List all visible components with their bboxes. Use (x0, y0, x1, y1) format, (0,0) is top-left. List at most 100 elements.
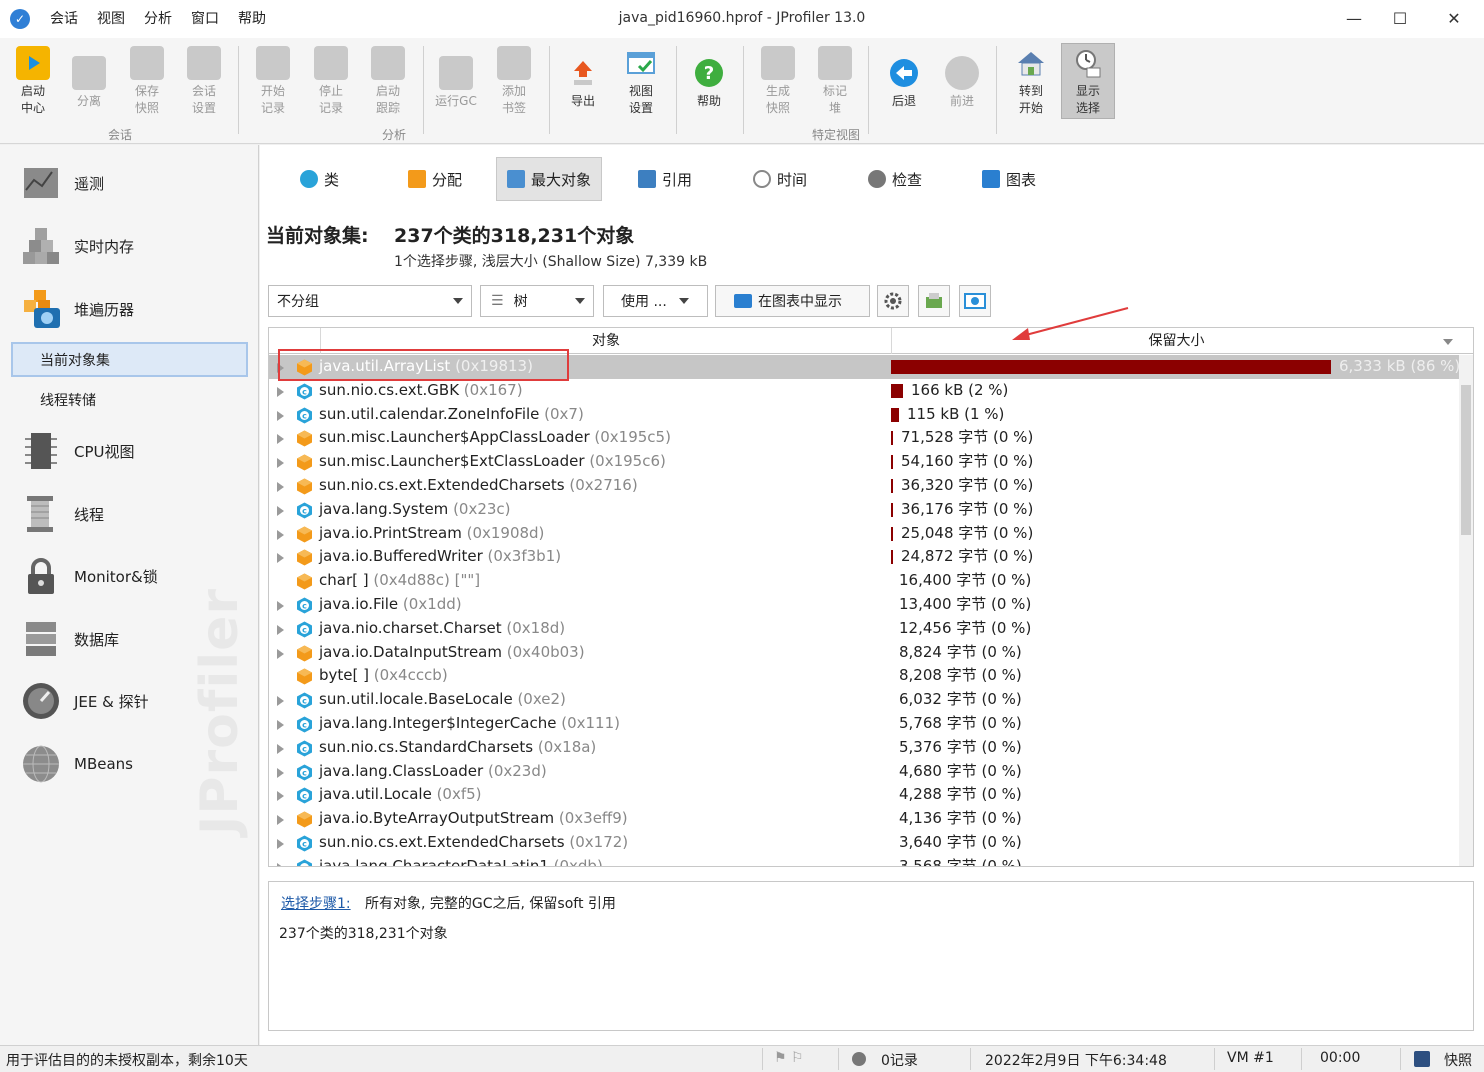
info-button[interactable] (959, 285, 991, 317)
sidebar-item-databases[interactable]: 数据库 (20, 617, 119, 661)
status-separator (970, 1048, 971, 1070)
back-button[interactable]: 后退 (877, 54, 931, 110)
tab-inspections[interactable]: 检查 (858, 157, 932, 201)
tab-graph[interactable]: 图表 (972, 157, 1046, 201)
expand-arrow-icon[interactable] (277, 862, 284, 866)
save-snapshot-button[interactable]: 保存 快照 (120, 44, 174, 117)
expand-arrow-icon[interactable] (277, 767, 284, 778)
settings-button[interactable] (877, 285, 909, 317)
table-row[interactable]: java.io.ByteArrayOutputStream (0x3eff9) 4… (269, 807, 1459, 831)
instance-object-icon (297, 645, 312, 662)
menu-view[interactable]: 视图 (97, 10, 125, 28)
expand-arrow-icon[interactable] (277, 838, 284, 849)
expand-arrow-icon[interactable] (277, 600, 284, 611)
expand-arrow-icon[interactable] (277, 505, 284, 516)
menu-analysis[interactable]: 分析 (144, 10, 172, 28)
expand-arrow-icon[interactable] (277, 815, 284, 826)
use-dropdown-button[interactable]: 使用 ... (603, 285, 708, 317)
mark-heap-button[interactable]: 标记堆 (808, 44, 862, 117)
menu-help[interactable]: 帮助 (238, 10, 266, 28)
sidebar-item-live-memory[interactable]: 实时内存 (20, 224, 134, 268)
minimize-button[interactable]: — (1328, 0, 1380, 38)
start-tracking-button[interactable]: 启动 跟踪 (361, 44, 415, 117)
maximize-button[interactable]: ☐ (1374, 0, 1426, 38)
table-row[interactable]: sun.misc.Launcher$ExtClassLoader (0x195c… (269, 450, 1459, 474)
sidebar-item-cpu-views[interactable]: CPU视图 (20, 429, 135, 473)
table-row[interactable]: c sun.util.calendar.ZoneInfoFile (0x7) 115… (269, 403, 1459, 427)
start-recording-button[interactable]: 开始 记录 (246, 44, 300, 117)
table-row[interactable]: c java.lang.Integer$IntegerCache (0x111) 5… (269, 712, 1459, 736)
jprofiler-app-icon[interactable]: ✓ (10, 9, 30, 29)
table-row[interactable]: char[ ] (0x4d88c) [""] 16,400 字节 (0 %) (269, 569, 1459, 593)
stop-recording-button[interactable]: 停止 记录 (304, 44, 358, 117)
table-row[interactable]: c java.lang.CharacterDataLatin1 (0xdb) 3,5… (269, 855, 1459, 866)
start-center-button[interactable]: 启动 中心 (6, 44, 60, 117)
tab-references[interactable]: 引用 (628, 157, 702, 201)
expand-arrow-icon[interactable] (277, 529, 284, 540)
expand-arrow-icon[interactable] (277, 743, 284, 754)
expand-arrow-icon[interactable] (277, 434, 284, 445)
sidebar-item-threads[interactable]: 线程 (20, 492, 104, 536)
add-bookmark-button[interactable]: 添加 书签 (487, 44, 541, 117)
retained-size-value: 3,640 字节 (0 %) (899, 832, 1022, 851)
go-to-start-button[interactable]: 转到 开始 (1004, 44, 1058, 117)
sidebar-subitem-thread-dumps[interactable]: 线程转储 (40, 390, 96, 410)
expand-arrow-icon[interactable] (277, 553, 284, 564)
tab-classes[interactable]: 类 (290, 157, 349, 201)
expand-arrow-icon[interactable] (277, 648, 284, 659)
table-row[interactable]: c sun.nio.cs.StandardCharsets (0x18a) 5,37… (269, 736, 1459, 760)
table-row[interactable]: c java.util.Locale (0xf5) 4,288 字节 (0 %) (269, 783, 1459, 807)
tab-time[interactable]: 时间 (743, 157, 817, 201)
column-header-retained-size[interactable]: 保留大小 (891, 328, 1461, 354)
sort-descending-icon[interactable] (1443, 339, 1453, 345)
table-row[interactable]: c sun.util.locale.BaseLocale (0xe2) 6,032 … (269, 688, 1459, 712)
sidebar-item-monitors-locks[interactable]: Monitor&锁 (20, 554, 158, 598)
tab-allocations[interactable]: 分配 (398, 157, 472, 201)
sidebar-item-jee-probes[interactable]: JEE & 探针 (20, 679, 149, 723)
table-row[interactable]: java.io.PrintStream (0x1908d) 25,048 字节 (… (269, 522, 1459, 546)
session-settings-button[interactable]: 会话 设置 (177, 44, 231, 117)
table-row[interactable]: c sun.nio.cs.ext.GBK (0x167) 166 kB (2 %) (269, 379, 1459, 403)
vertical-scrollbar[interactable] (1459, 355, 1473, 866)
expand-arrow-icon[interactable] (277, 458, 284, 469)
inspect-button[interactable] (918, 285, 950, 317)
generate-snapshot-button[interactable]: 生成 快照 (751, 44, 805, 117)
sidebar-item-telemetry[interactable]: 遥测 (20, 161, 104, 205)
view-settings-button[interactable]: 视图 设置 (614, 44, 668, 117)
table-row[interactable]: java.io.DataInputStream (0x40b03) 8,824 字… (269, 641, 1459, 665)
forward-button[interactable]: 前进 (935, 54, 989, 110)
menu-window[interactable]: 窗口 (191, 10, 219, 28)
sidebar-item-mbeans[interactable]: MBeans (20, 742, 133, 786)
detach-button[interactable]: 分离 (62, 54, 116, 110)
table-row[interactable]: byte[ ] (0x4cccb) 8,208 字节 (0 %) (269, 664, 1459, 688)
expand-arrow-icon[interactable] (277, 481, 284, 492)
tab-biggest-objects[interactable]: 最大对象 (496, 157, 603, 201)
table-row[interactable]: c java.lang.ClassLoader (0x23d) 4,680 字节 (… (269, 760, 1459, 784)
expand-arrow-icon[interactable] (277, 719, 284, 730)
table-row[interactable]: sun.misc.Launcher$AppClassLoader (0x195c… (269, 426, 1459, 450)
close-button[interactable]: ✕ (1428, 0, 1480, 38)
table-row[interactable]: c java.io.File (0x1dd) 13,400 字节 (0 %) (269, 593, 1459, 617)
expand-arrow-icon[interactable] (277, 386, 284, 397)
expand-arrow-icon[interactable] (277, 410, 284, 421)
expand-arrow-icon[interactable] (277, 696, 284, 707)
table-row[interactable]: c sun.nio.cs.ext.ExtendedCharsets (0x172)… (269, 831, 1459, 855)
scrollbar-thumb[interactable] (1461, 385, 1471, 535)
show-in-graph-button[interactable]: 在图表中显示 (715, 285, 870, 317)
export-button[interactable]: 导出 (556, 54, 610, 110)
help-button[interactable]: ? 帮助 (682, 54, 736, 110)
table-row[interactable]: c java.nio.charset.Charset (0x18d) 12,456 … (269, 617, 1459, 641)
menu-session[interactable]: 会话 (50, 10, 78, 28)
grouping-select[interactable]: 不分组 (268, 285, 472, 317)
run-gc-button[interactable]: 运行GC (429, 54, 483, 110)
show-selection-button[interactable]: 显示 选择 (1061, 43, 1115, 119)
table-row[interactable]: sun.nio.cs.ext.ExtendedCharsets (0x2716)… (269, 474, 1459, 498)
view-mode-select[interactable]: ☰ 树 (480, 285, 594, 317)
expand-arrow-icon[interactable] (277, 791, 284, 802)
flag-icon[interactable]: ⚑ ⚐ (774, 1050, 804, 1066)
table-row[interactable]: c java.lang.System (0x23c) 36,176 字节 (0 %) (269, 498, 1459, 522)
expand-arrow-icon[interactable] (277, 624, 284, 635)
table-row[interactable]: java.io.BufferedWriter (0x3f3b1) 24,872 字… (269, 545, 1459, 569)
selection-step-link[interactable]: 选择步骤1: (281, 893, 351, 913)
sidebar-item-heap-walker[interactable]: 堆遍历器 (20, 287, 134, 331)
